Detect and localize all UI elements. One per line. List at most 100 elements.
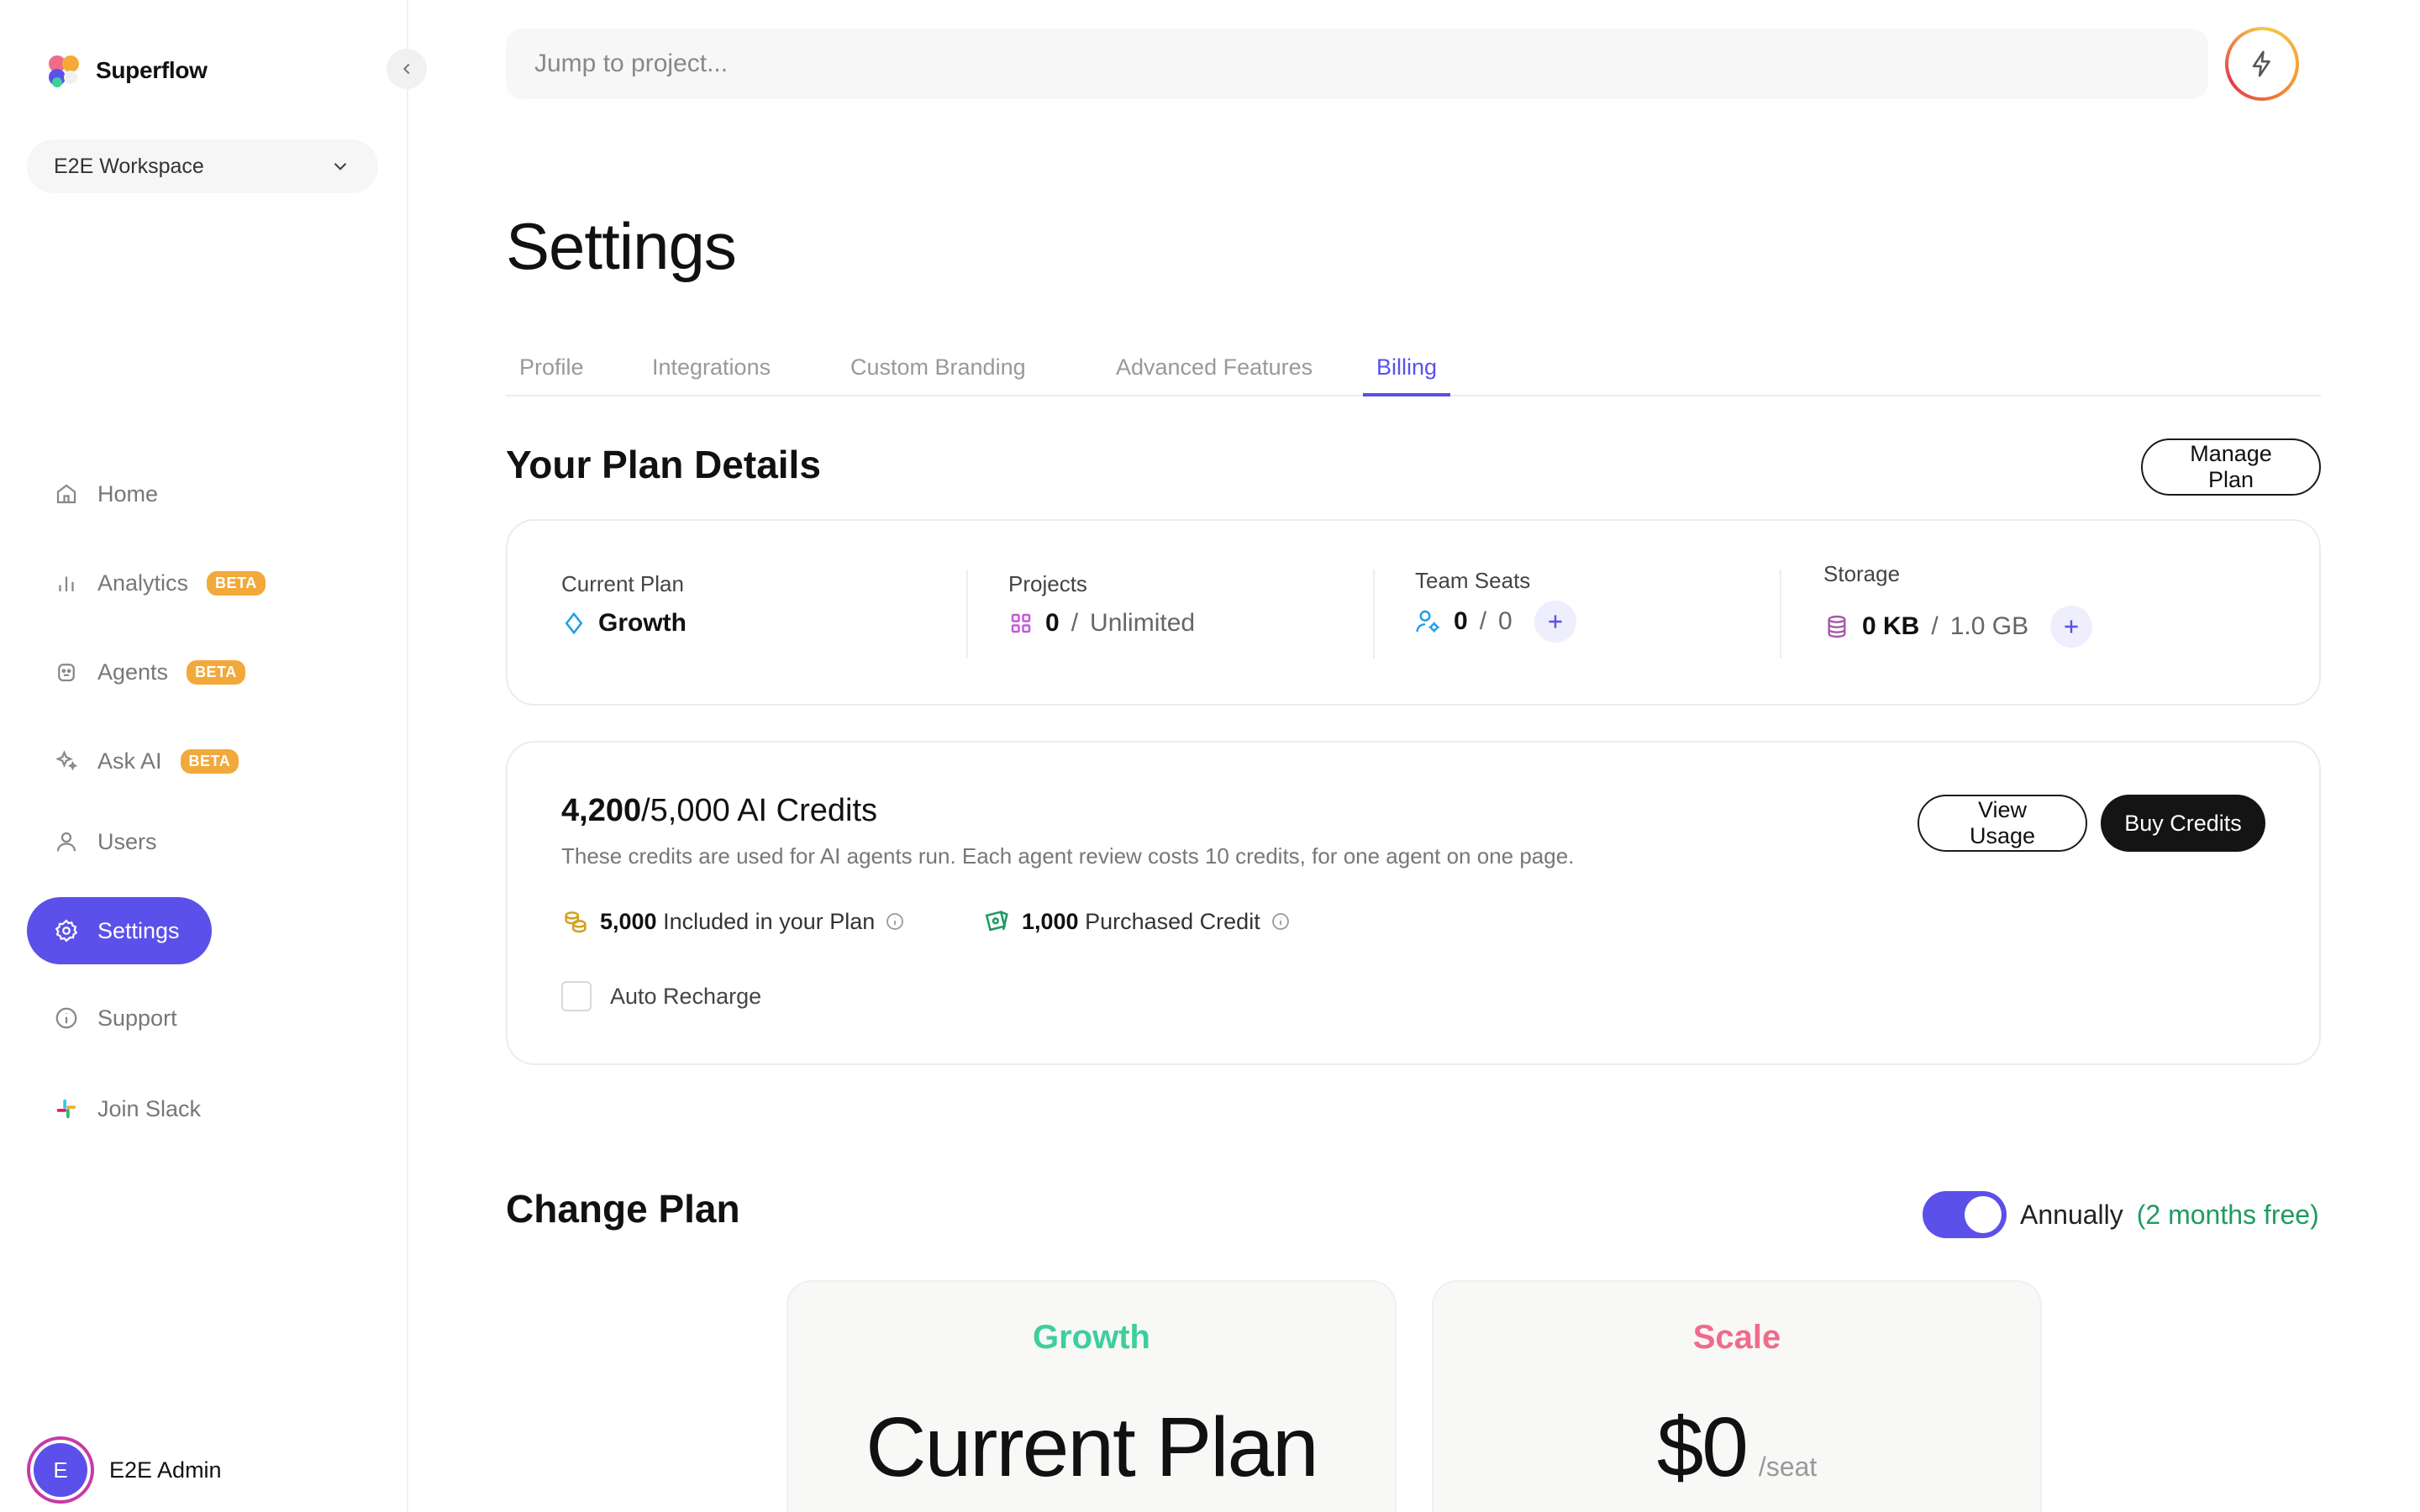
brand-logo[interactable]: Superflow bbox=[45, 52, 208, 89]
gear-icon bbox=[54, 918, 79, 943]
chevron-down-icon bbox=[334, 162, 347, 171]
sidebar: Superflow E2E Workspace Home Analytics B… bbox=[0, 0, 408, 1512]
tab-custom-branding[interactable]: Custom Branding bbox=[837, 354, 1039, 396]
divider bbox=[966, 570, 968, 659]
toggle-knob bbox=[1965, 1196, 2002, 1233]
quick-actions-button[interactable] bbox=[2225, 27, 2299, 101]
page-title: Settings bbox=[506, 209, 737, 283]
buy-credits-button[interactable]: Buy Credits bbox=[2101, 795, 2265, 852]
auto-recharge-row[interactable]: Auto Recharge bbox=[561, 981, 761, 1011]
sidebar-item-ask-ai[interactable]: Ask AI BETA bbox=[27, 727, 380, 795]
plan-card-growth[interactable]: Growth Current Plan bbox=[786, 1280, 1397, 1512]
home-icon bbox=[54, 481, 79, 507]
billing-period-label: Annually bbox=[2020, 1199, 2123, 1230]
stat-label: Current Plan bbox=[561, 571, 684, 596]
user-icon bbox=[54, 829, 79, 854]
tab-profile[interactable]: Profile bbox=[506, 354, 597, 396]
sidebar-item-users[interactable]: Users bbox=[27, 808, 380, 875]
workspace-selector[interactable]: E2E Workspace bbox=[27, 139, 378, 193]
team-seats-separator: / bbox=[1479, 607, 1487, 635]
current-plan-value: Growth bbox=[598, 609, 687, 637]
lightning-icon bbox=[2252, 50, 2270, 77]
storage-stat: Storage 0 KB / 1.0 GB bbox=[1823, 561, 2093, 648]
sidebar-item-join-slack[interactable]: Join Slack bbox=[27, 1075, 380, 1142]
team-seats-limit: 0 bbox=[1498, 607, 1512, 635]
plan-card-scale[interactable]: Scale $0 /seat bbox=[1432, 1280, 2042, 1512]
plan-price-amount: $0 bbox=[1656, 1400, 1749, 1494]
user-name: E2E Admin bbox=[109, 1457, 222, 1483]
divider bbox=[1373, 570, 1375, 659]
view-usage-button[interactable]: View Usage bbox=[1918, 795, 2087, 852]
sidebar-item-label: Ask AI bbox=[97, 748, 162, 774]
quick-actions-button-inner bbox=[2228, 30, 2296, 97]
auto-recharge-label: Auto Recharge bbox=[610, 983, 762, 1009]
tab-billing[interactable]: Billing bbox=[1363, 354, 1451, 396]
projects-limit: Unlimited bbox=[1090, 609, 1196, 637]
sidebar-item-home[interactable]: Home bbox=[27, 460, 380, 528]
stat-value: Growth bbox=[561, 609, 687, 638]
search-input[interactable] bbox=[534, 50, 2208, 78]
sidebar-item-label: Join Slack bbox=[97, 1095, 202, 1121]
beta-badge: BETA bbox=[187, 659, 245, 685]
credits-title: 4,200/5,000 AI Credits bbox=[561, 793, 877, 829]
robot-icon bbox=[54, 659, 79, 685]
stat-value: 0 / 0 bbox=[1415, 601, 1576, 643]
included-amount: 5,000 bbox=[600, 908, 657, 934]
beta-badge: BETA bbox=[207, 570, 266, 596]
included-credits: 5,000 Included in your Plan bbox=[561, 907, 905, 936]
included-credits-text: 5,000 Included in your Plan bbox=[600, 909, 875, 935]
plus-icon bbox=[2065, 620, 2078, 633]
plan-name: Scale bbox=[1692, 1319, 1781, 1356]
sidebar-item-label: Users bbox=[97, 828, 157, 854]
database-icon bbox=[1828, 615, 1846, 638]
purchased-credits: 1,000 Purchased Credit bbox=[983, 907, 1291, 936]
sidebar-item-label: Home bbox=[97, 480, 159, 507]
team-seats-used: 0 bbox=[1454, 607, 1468, 635]
projects-stat: Projects 0 / Unlimited bbox=[1008, 571, 1195, 638]
tab-integrations[interactable]: Integrations bbox=[639, 354, 784, 396]
stat-value: 0 / Unlimited bbox=[1008, 609, 1195, 638]
sidebar-item-support[interactable]: Support bbox=[27, 984, 380, 1052]
workspace-name: E2E Workspace bbox=[54, 154, 204, 178]
stat-value: 0 KB / 1.0 GB bbox=[1823, 606, 2093, 648]
coins-icon bbox=[565, 911, 587, 933]
credits-total: /5,000 AI Credits bbox=[641, 793, 878, 828]
billing-period-note: (2 months free) bbox=[2136, 1199, 2319, 1230]
storage-limit: 1.0 GB bbox=[1949, 612, 2029, 640]
slack-icon bbox=[54, 1096, 79, 1121]
plan-details-title: Your Plan Details bbox=[506, 443, 821, 486]
grid-icon bbox=[1011, 613, 1031, 633]
avatar[interactable]: E bbox=[27, 1436, 94, 1504]
sidebar-item-analytics[interactable]: Analytics BETA bbox=[27, 549, 380, 617]
info-icon[interactable] bbox=[885, 911, 905, 932]
sidebar-item-label: Settings bbox=[97, 917, 180, 943]
sidebar-item-agents[interactable]: Agents BETA bbox=[27, 638, 380, 706]
manage-plan-button[interactable]: Manage Plan bbox=[2141, 438, 2321, 496]
superflow-logo-icon bbox=[49, 55, 79, 87]
info-icon[interactable] bbox=[1270, 911, 1291, 932]
add-storage-button[interactable] bbox=[2050, 606, 2093, 648]
annual-billing-toggle[interactable] bbox=[1923, 1191, 2007, 1238]
tab-advanced-features[interactable]: Advanced Features bbox=[1102, 354, 1326, 396]
stat-label: Team Seats bbox=[1415, 568, 1531, 593]
storage-used: 0 KB bbox=[1862, 612, 1920, 640]
purchased-amount: 1,000 bbox=[1022, 908, 1079, 934]
project-search[interactable] bbox=[506, 29, 2208, 99]
collapse-sidebar-button[interactable] bbox=[387, 49, 427, 89]
plan-details-card: Current Plan Growth Projects 0 / Unlimit… bbox=[506, 519, 2321, 706]
storage-separator: / bbox=[1931, 612, 1939, 640]
sidebar-item-settings[interactable]: Settings bbox=[27, 897, 212, 964]
included-label: Included in your Plan bbox=[663, 908, 876, 934]
auto-recharge-checkbox[interactable] bbox=[561, 981, 592, 1011]
plan-price-unit: /seat bbox=[1758, 1452, 1818, 1482]
team-seats-stat: Team Seats 0 / 0 bbox=[1415, 568, 1576, 643]
credits-description: These credits are used for AI agents run… bbox=[561, 843, 1575, 869]
sparkles-icon bbox=[54, 748, 79, 774]
add-seats-button[interactable] bbox=[1534, 601, 1576, 643]
info-icon bbox=[54, 1005, 79, 1031]
sidebar-item-label: Agents bbox=[97, 659, 169, 685]
user-profile[interactable]: E E2E Admin bbox=[27, 1436, 222, 1504]
chevron-left-icon bbox=[402, 63, 410, 75]
stat-label: Storage bbox=[1823, 561, 1901, 586]
stat-label: Projects bbox=[1008, 571, 1087, 596]
